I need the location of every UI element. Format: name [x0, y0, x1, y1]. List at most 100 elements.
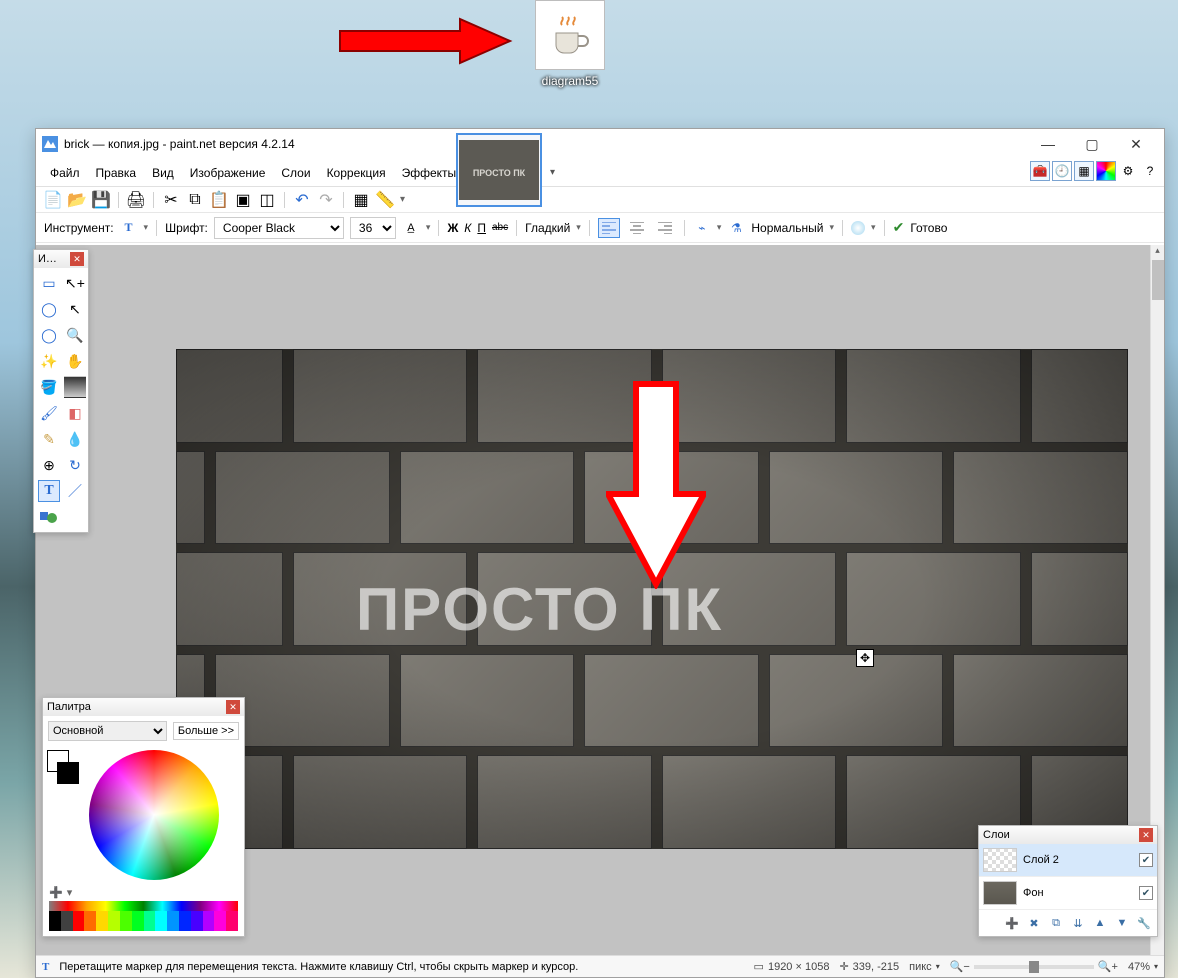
colors-close-button[interactable]: ✕ — [226, 700, 240, 714]
maximize-button[interactable]: ▢ — [1070, 130, 1114, 158]
ruler-icon[interactable]: 📏 — [376, 191, 394, 209]
color-swatch-row[interactable] — [49, 911, 238, 931]
hue-strip[interactable] — [49, 901, 238, 911]
help-icon[interactable]: ? — [1140, 161, 1160, 181]
redo-icon[interactable]: ↷ — [317, 191, 335, 209]
layers-panel[interactable]: Слои✕ Слой 2 ✔ Фон ✔ ➕ ✖ ⧉ ⇊ ▲ ▼ 🔧 — [978, 825, 1158, 937]
status-unit[interactable]: пикс — [909, 961, 932, 973]
layers-toggle-icon[interactable]: ▦ — [1074, 161, 1094, 181]
clone-tool[interactable]: ⊕ — [38, 454, 60, 476]
eraser-tool[interactable]: ◧ — [64, 402, 86, 424]
layer-visible-checkbox[interactable]: ✔ — [1139, 886, 1153, 900]
aa2-chevron-icon[interactable]: ▾ — [717, 222, 722, 233]
open-icon[interactable]: 📂 — [68, 191, 86, 209]
more-colors-button[interactable]: Больше >> — [173, 722, 239, 740]
zoom-tool[interactable]: 🔍 — [64, 324, 86, 346]
duplicate-layer-icon[interactable]: ⧉ — [1047, 914, 1065, 932]
gradient-tool[interactable] — [64, 376, 86, 398]
zoom-in-icon[interactable]: 🔍+ — [1098, 960, 1118, 973]
colors-panel[interactable]: Палитра✕ Основной Больше >> ➕ ▾ — [42, 697, 245, 937]
shapes-tool[interactable] — [38, 506, 60, 528]
move-up-icon[interactable]: ▲ — [1091, 914, 1109, 932]
move-down-icon[interactable]: ▼ — [1113, 914, 1131, 932]
menu-edit[interactable]: Правка — [90, 164, 143, 182]
toolbar1-chevron-icon[interactable]: ▾ — [400, 194, 405, 205]
lasso-tool[interactable]: ◯ — [38, 298, 60, 320]
add-layer-icon[interactable]: ➕ — [1003, 914, 1021, 932]
background-color[interactable] — [57, 762, 79, 784]
layers-close-button[interactable]: ✕ — [1139, 828, 1153, 842]
color-wheel[interactable] — [89, 750, 219, 880]
fill-icon[interactable]: ⚗ — [727, 219, 745, 237]
menu-effects[interactable]: Эффекты — [396, 164, 463, 182]
color-mode-select[interactable]: Основной — [48, 721, 167, 741]
layer-visible-checkbox[interactable]: ✔ — [1139, 853, 1153, 867]
menu-layers[interactable]: Слои — [275, 164, 316, 182]
align-center-button[interactable] — [626, 218, 648, 238]
merge-down-icon[interactable]: ⇊ — [1069, 914, 1087, 932]
layer-item-background[interactable]: Фон ✔ — [979, 877, 1157, 910]
font-family-select[interactable]: Cooper Black — [214, 217, 344, 239]
desktop-file-icon[interactable]: diagram55 — [525, 0, 615, 88]
pencil-tool[interactable]: ✎ — [38, 428, 60, 450]
minimize-button[interactable]: — — [1026, 130, 1070, 158]
align-left-button[interactable] — [598, 218, 620, 238]
print-icon[interactable]: 🖨 — [127, 191, 145, 209]
recolor-tool[interactable]: ↻ — [64, 454, 86, 476]
aa-chevron-icon[interactable]: ▾ — [576, 222, 581, 233]
italic-button[interactable]: К — [464, 221, 471, 235]
underline-button[interactable]: П — [477, 221, 486, 235]
menu-image[interactable]: Изображение — [184, 164, 272, 182]
wand-tool[interactable]: ✨ — [38, 350, 60, 372]
move-tool[interactable]: ↖ — [64, 298, 86, 320]
blend-chevron-icon[interactable]: ▾ — [830, 222, 835, 233]
ellipse-select-tool[interactable]: ◯ — [38, 324, 60, 346]
metrics-chevron-icon[interactable]: ▾ — [426, 222, 431, 233]
text-move-handle[interactable]: ✥ — [856, 649, 874, 667]
font-size-select[interactable]: 36 — [350, 217, 396, 239]
tools-toggle-icon[interactable]: 🧰 — [1030, 161, 1050, 181]
layer-props-icon[interactable]: 🔧 — [1135, 914, 1153, 932]
save-icon[interactable]: 💾 — [92, 191, 110, 209]
rect-select-tool[interactable]: ▭ — [38, 272, 60, 294]
blend-mode-label[interactable]: Нормальный — [751, 221, 823, 235]
deselect-icon[interactable]: ◫ — [258, 191, 276, 209]
zoom-out-icon[interactable]: 🔍− — [950, 960, 970, 973]
image-thumbnail[interactable]: ПРОСТО ПК — [456, 133, 542, 207]
bold-button[interactable]: Ж — [447, 221, 458, 235]
new-icon[interactable]: 📄 — [44, 191, 62, 209]
add-swatch-icon[interactable]: ➕ — [49, 886, 63, 899]
tools-panel[interactable]: И…✕ ▭ ↖+ ◯ ↖ ◯ 🔍 ✨ ✋ 🪣 🖌 ◧ ✎ 💧 ⊕ ↻ T ／ — [33, 249, 89, 533]
zoom-chevron-icon[interactable]: ▾ — [1154, 962, 1158, 971]
cut-icon[interactable]: ✂ — [162, 191, 180, 209]
selection-render-icon[interactable] — [851, 221, 865, 235]
text-tool-icon[interactable]: T — [120, 219, 138, 237]
tools-close-button[interactable]: ✕ — [70, 252, 84, 266]
fg-bg-swatches[interactable] — [47, 750, 83, 880]
menu-adjust[interactable]: Коррекция — [321, 164, 392, 182]
text-tool-dropdown-icon[interactable]: ▾ — [144, 222, 149, 233]
brush-tool[interactable]: 🖌 — [38, 402, 60, 424]
finish-button[interactable]: Готово — [910, 221, 947, 235]
antialias-label[interactable]: Гладкий — [525, 221, 570, 235]
history-toggle-icon[interactable]: 🕘 — [1052, 161, 1072, 181]
titlebar[interactable]: brick — копия.jpg - paint.net версия 4.2… — [36, 129, 1164, 159]
zoom-slider[interactable] — [974, 965, 1094, 969]
strike-button[interactable]: abc — [492, 222, 508, 233]
picker-tool[interactable]: 💧 — [64, 428, 86, 450]
undo-icon[interactable]: ↶ — [293, 191, 311, 209]
text-tool[interactable]: T — [38, 480, 60, 502]
paste-icon[interactable]: 📋 — [210, 191, 228, 209]
palette-menu-icon[interactable]: ▾ — [67, 886, 73, 899]
close-button[interactable]: ✕ — [1114, 130, 1158, 158]
menu-view[interactable]: Вид — [146, 164, 180, 182]
align-right-button[interactable] — [654, 218, 676, 238]
crop-icon[interactable]: ▣ — [234, 191, 252, 209]
fill-tool[interactable]: 🪣 — [38, 376, 60, 398]
colors-toggle-icon[interactable] — [1096, 161, 1116, 181]
sel-chevron-icon[interactable]: ▾ — [871, 222, 876, 233]
layer-item-layer2[interactable]: Слой 2 ✔ — [979, 844, 1157, 877]
grid-icon[interactable]: ▦ — [352, 191, 370, 209]
menu-file[interactable]: Файл — [44, 164, 86, 182]
move-sel-tool[interactable]: ↖+ — [64, 272, 86, 294]
